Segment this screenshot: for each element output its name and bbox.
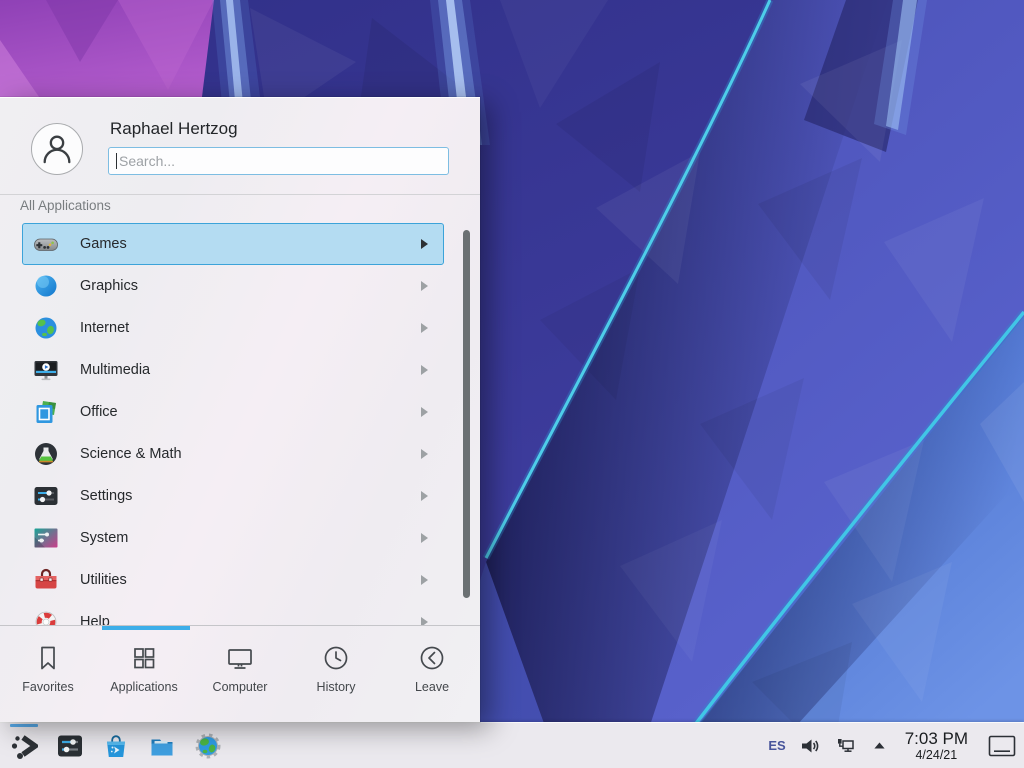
submenu-arrow-icon: [421, 617, 428, 625]
clock[interactable]: 7:03 PM 4/24/21: [905, 729, 968, 762]
volume-button[interactable]: [799, 735, 821, 757]
wired-network-icon: [834, 736, 856, 756]
system-settings-button[interactable]: [56, 732, 84, 760]
system-icon: [33, 525, 59, 551]
taskbar: ES 7:03 PM 4/24/21: [0, 722, 1024, 768]
app-launcher-icon: [10, 732, 38, 760]
header-separator: [0, 194, 480, 195]
office-icon: [33, 399, 59, 425]
file-manager-button[interactable]: [148, 732, 176, 760]
computer-icon: [225, 643, 255, 673]
network-button[interactable]: [834, 735, 856, 757]
submenu-arrow-icon: [421, 239, 428, 249]
submenu-arrow-icon: [421, 407, 428, 417]
expand-tray-icon: [871, 737, 888, 754]
web-browser-icon: [194, 732, 222, 760]
submenu-arrow-icon: [421, 491, 428, 501]
text-caret: [116, 153, 117, 169]
category-help[interactable]: Help: [22, 601, 444, 625]
category-label: Science & Math: [80, 446, 182, 462]
show-desktop-icon: [988, 735, 1016, 757]
category-office[interactable]: Office: [22, 391, 444, 433]
category-label: Office: [80, 404, 118, 420]
submenu-arrow-icon: [421, 281, 428, 291]
internet-icon: [33, 315, 59, 341]
games-icon: [33, 231, 59, 257]
file-manager-icon: [148, 732, 176, 760]
tab-label: Computer: [213, 680, 268, 694]
submenu-arrow-icon: [421, 533, 428, 543]
submenu-arrow-icon: [421, 365, 428, 375]
category-games[interactable]: Games: [22, 223, 444, 265]
category-multimedia[interactable]: Multimedia: [22, 349, 444, 391]
discover-icon: [102, 732, 130, 760]
submenu-arrow-icon: [421, 323, 428, 333]
category-label: System: [80, 530, 128, 546]
clock-time: 7:03 PM: [905, 729, 968, 748]
leave-icon: [417, 643, 447, 673]
tab-leave[interactable]: Leave: [384, 630, 480, 722]
category-system[interactable]: System: [22, 517, 444, 559]
search-field[interactable]: [108, 147, 449, 175]
category-science-math[interactable]: Science & Math: [22, 433, 444, 475]
submenu-arrow-icon: [421, 575, 428, 585]
user-name: Raphael Hertzog: [110, 119, 238, 139]
scrollbar[interactable]: [463, 230, 470, 598]
application-launcher-menu: Raphael Hertzog All Applications Games: [0, 97, 480, 722]
category-label: Utilities: [80, 572, 127, 588]
clock-date: 4/24/21: [905, 748, 968, 762]
taskbar-app-icons: [10, 732, 222, 760]
category-internet[interactable]: Internet: [22, 307, 444, 349]
category-list: Games Graphics Internet: [0, 223, 480, 625]
show-desktop-button[interactable]: [988, 735, 1016, 757]
submenu-arrow-icon: [421, 449, 428, 459]
category-label: Multimedia: [80, 362, 150, 378]
active-launcher-indicator: [10, 724, 38, 727]
graphics-icon: [33, 273, 59, 299]
tab-history[interactable]: History: [288, 630, 384, 722]
tab-label: Applications: [110, 680, 177, 694]
multimedia-icon: [33, 357, 59, 383]
science-icon: [33, 441, 59, 467]
system-tray: ES: [768, 735, 890, 757]
volume-icon: [799, 736, 820, 756]
utilities-icon: [33, 567, 59, 593]
category-label: Graphics: [80, 278, 138, 294]
category-label: Help: [80, 614, 110, 625]
tab-label: History: [317, 680, 356, 694]
app-launcher-button[interactable]: [10, 732, 38, 760]
tab-label: Favorites: [22, 680, 73, 694]
category-settings[interactable]: Settings: [22, 475, 444, 517]
search-input[interactable]: [108, 147, 449, 175]
help-icon: [33, 609, 59, 625]
category-label: Internet: [80, 320, 129, 336]
category-utilities[interactable]: Utilities: [22, 559, 444, 601]
tabbar-separator: [0, 625, 480, 626]
tab-applications[interactable]: Applications: [96, 630, 192, 722]
applications-icon: [129, 643, 159, 673]
launcher-tabbar: Favorites Applications Computer: [0, 630, 480, 722]
favorites-icon: [33, 643, 63, 673]
user-avatar[interactable]: [31, 123, 83, 175]
user-icon: [37, 129, 77, 169]
system-settings-icon: [56, 732, 84, 760]
discover-button[interactable]: [102, 732, 130, 760]
category-label: Games: [80, 236, 127, 252]
section-label: All Applications: [20, 198, 111, 213]
web-browser-button[interactable]: [194, 732, 222, 760]
tab-computer[interactable]: Computer: [192, 630, 288, 722]
category-label: Settings: [80, 488, 132, 504]
expand-tray-button[interactable]: [869, 735, 891, 757]
tab-favorites[interactable]: Favorites: [0, 630, 96, 722]
tab-label: Leave: [415, 680, 449, 694]
history-icon: [321, 643, 351, 673]
keyboard-layout-indicator[interactable]: ES: [768, 738, 785, 753]
settings-icon: [33, 483, 59, 509]
category-graphics[interactable]: Graphics: [22, 265, 444, 307]
